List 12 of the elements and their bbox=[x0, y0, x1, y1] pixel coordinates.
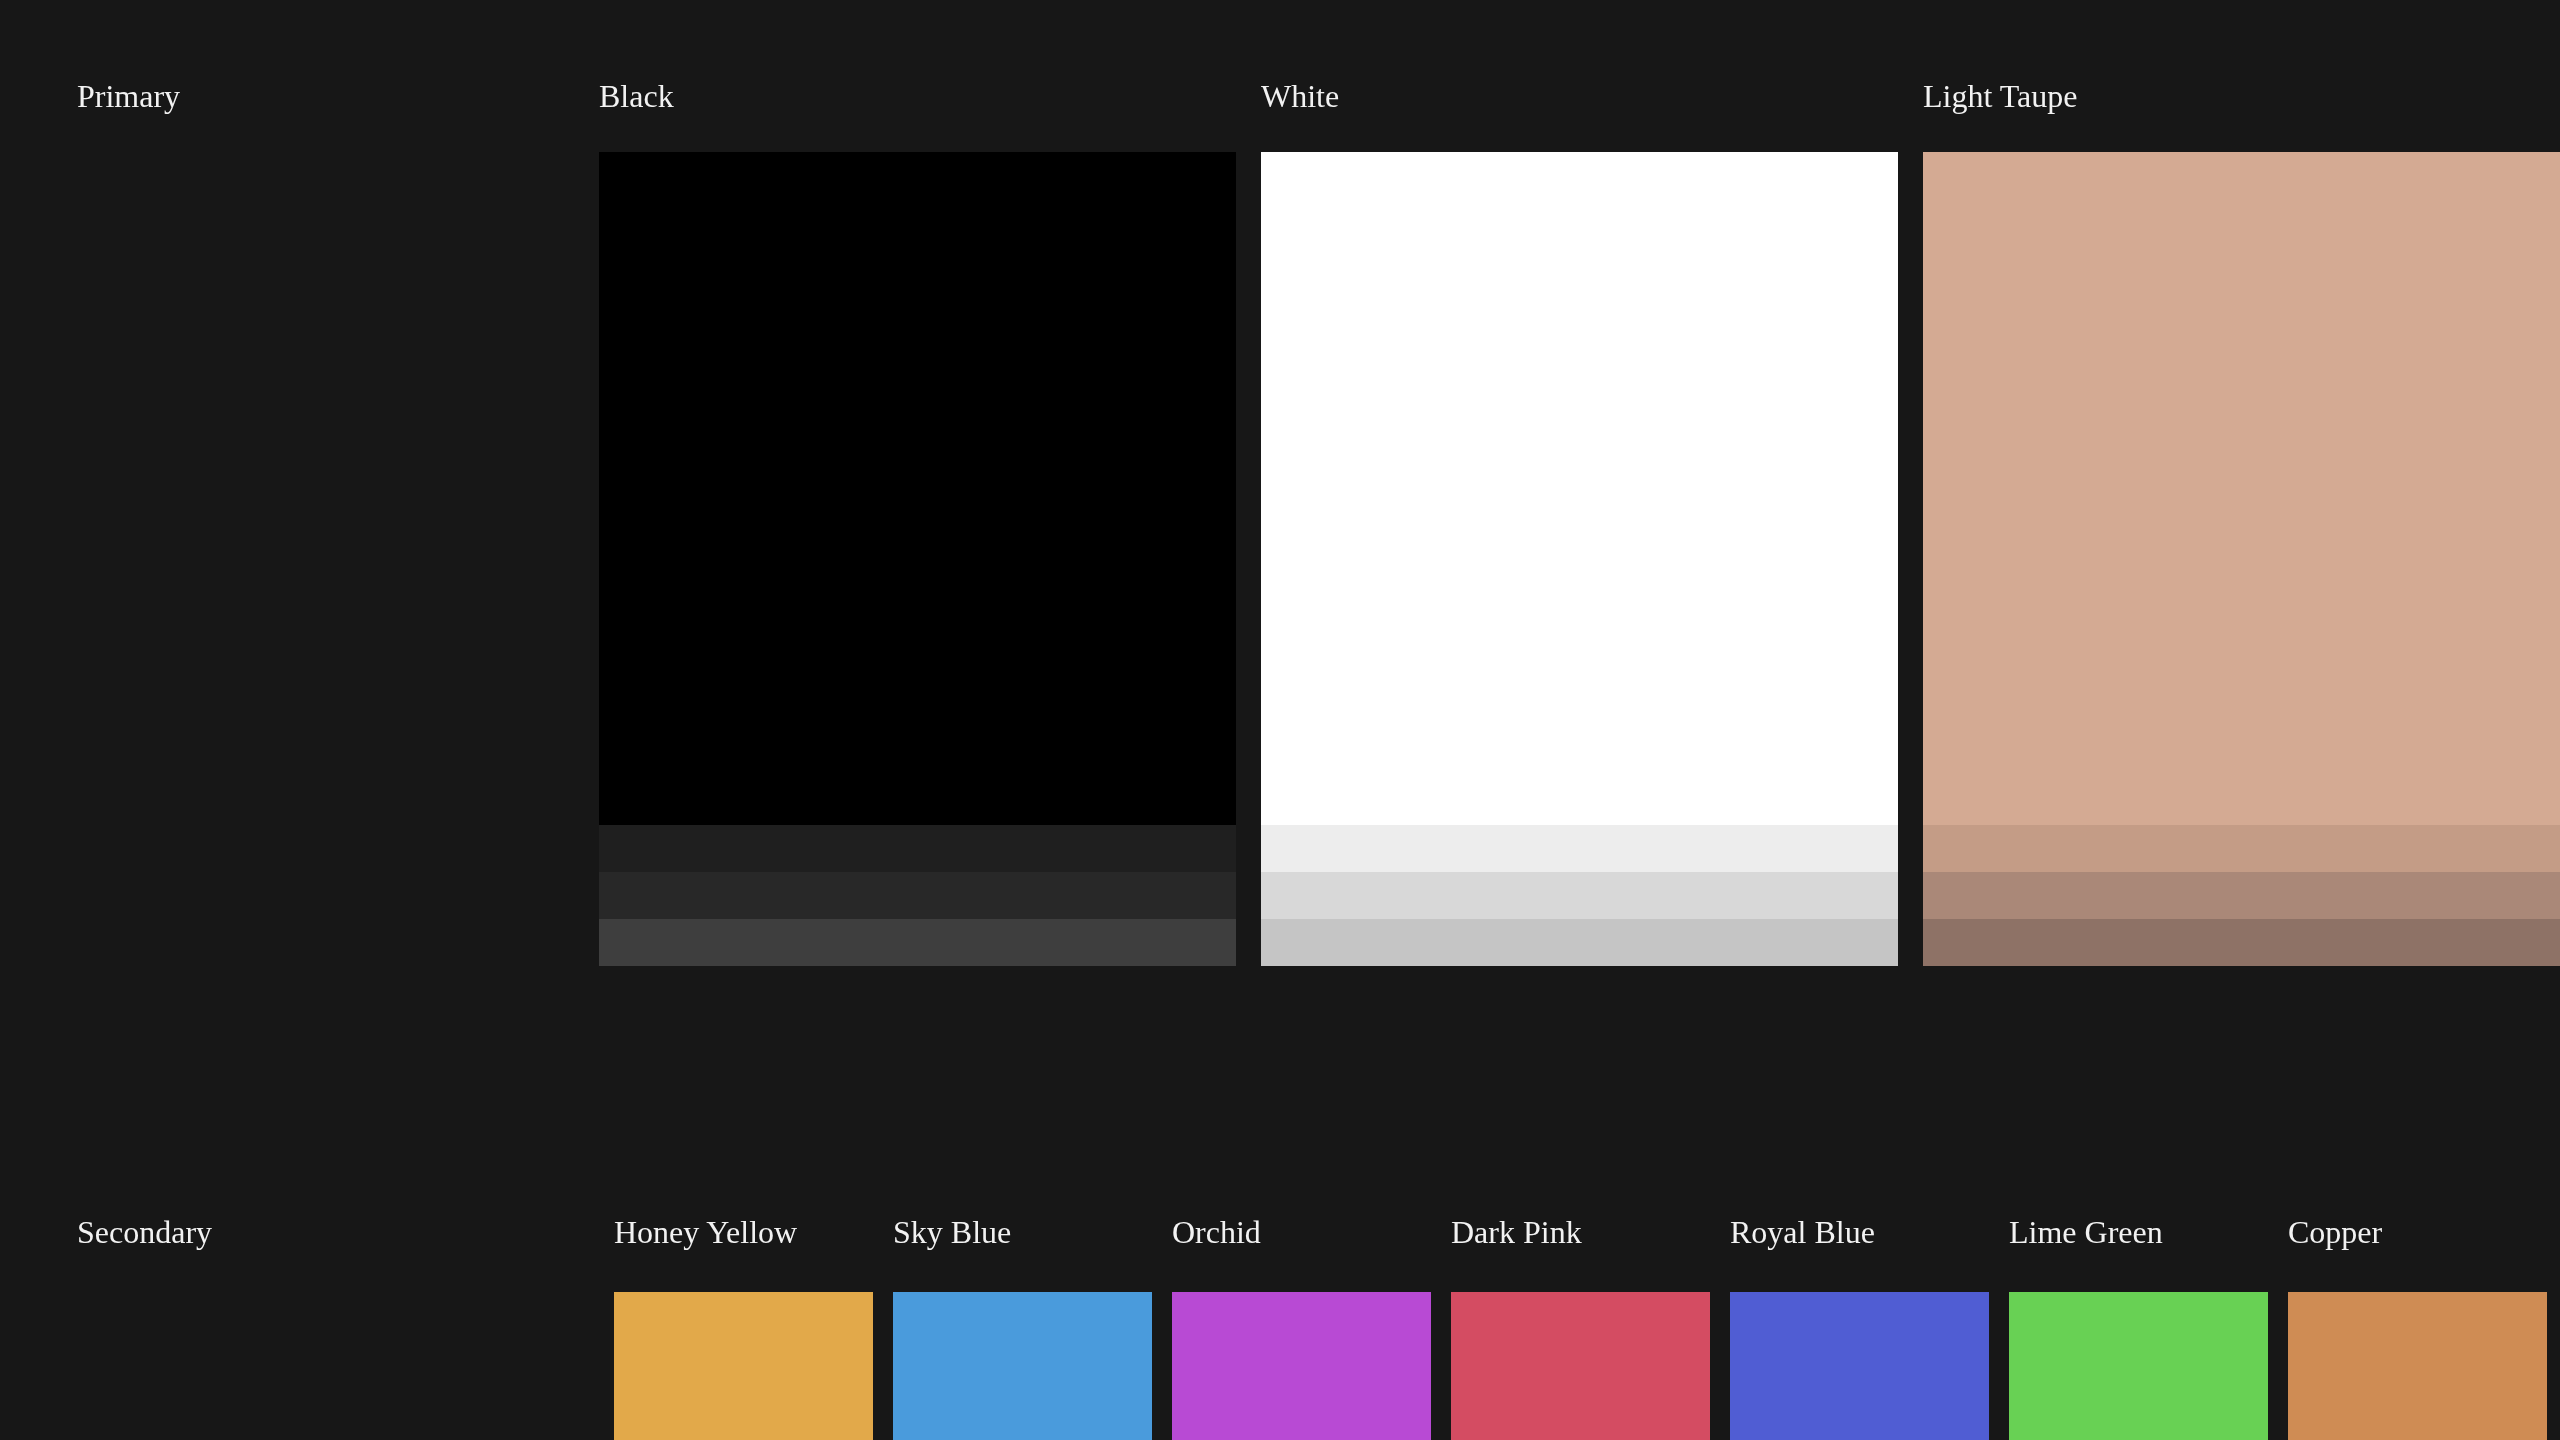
color-name: Royal Blue bbox=[1730, 1213, 1876, 1252]
color-name: Lime Green bbox=[2009, 1213, 2164, 1252]
section-title: Secondary bbox=[77, 1213, 214, 1252]
color-name: White bbox=[1261, 77, 1341, 116]
color-name: Black bbox=[599, 77, 675, 116]
color-name: Sky Blue bbox=[893, 1213, 1013, 1252]
color-name: Dark Pink bbox=[1451, 1213, 1583, 1252]
section-title: Primary bbox=[77, 77, 182, 116]
color-name: Orchid bbox=[1172, 1213, 1262, 1252]
color-name: Copper bbox=[2288, 1213, 2384, 1252]
color-name: Honey Yellow bbox=[614, 1213, 799, 1252]
color-name: Light Taupe bbox=[1923, 77, 2079, 116]
